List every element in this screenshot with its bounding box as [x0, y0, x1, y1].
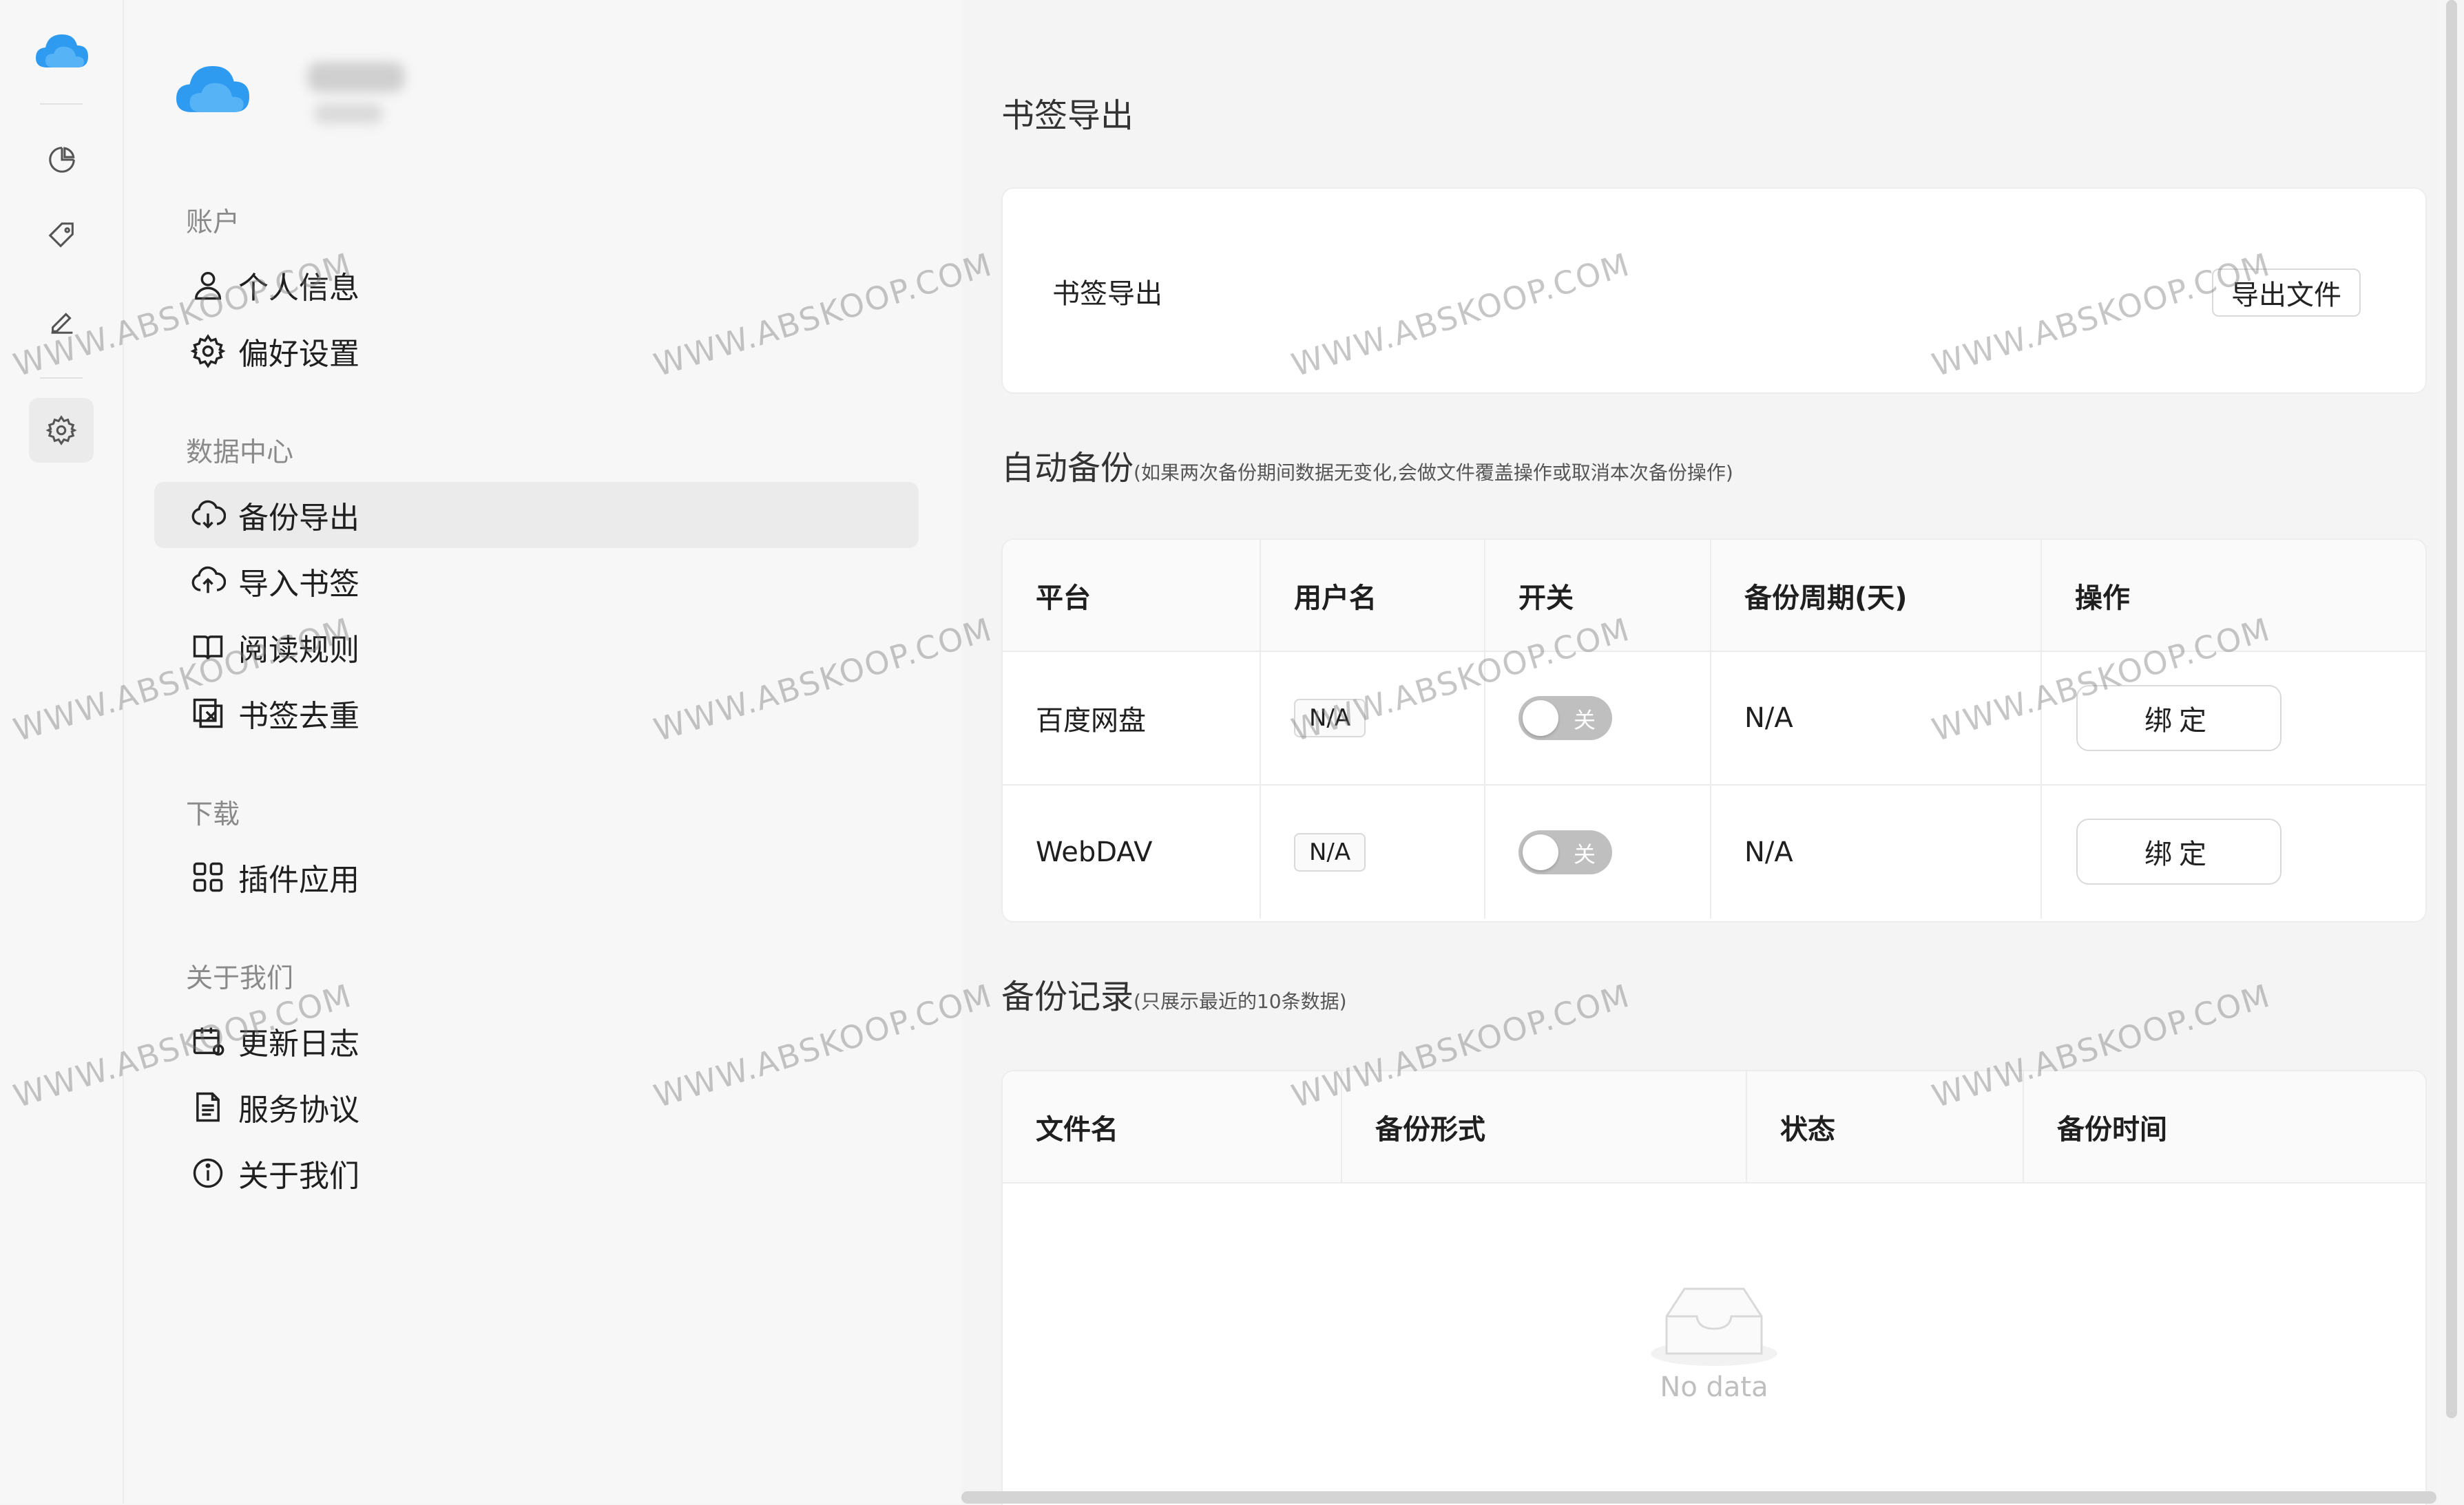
brand-logo-icon — [171, 56, 255, 120]
document-icon — [189, 1088, 227, 1126]
sidebar-item-backup-export[interactable]: 备份导出 — [154, 482, 919, 548]
auto-backup-table-card: 平台 用户名 开关 备份周期(天) 操作 百度网盘 N/A 关 N/A 绑定 W… — [1001, 538, 2427, 923]
column-header: 文件名 — [1003, 1071, 1342, 1183]
horizontal-scrollbar[interactable] — [961, 1491, 2436, 1504]
export-label: 书签导出 — [1052, 278, 1162, 310]
switch-cell: 关 — [1485, 785, 1711, 918]
sidebar-item-plugin-apps[interactable]: 插件应用 — [154, 844, 919, 910]
username-cell: N/A — [1260, 651, 1485, 786]
rail-divider — [40, 103, 83, 105]
column-header: 开关 — [1485, 540, 1711, 652]
rail-divider — [40, 377, 83, 379]
vertical-scrollbar[interactable] — [2446, 0, 2457, 1418]
cloud-upload-icon — [189, 562, 227, 600]
sidebar-item-profile[interactable]: 个人信息 — [154, 252, 919, 318]
platform-cell: 百度网盘 — [1003, 651, 1261, 786]
section-heading-export: 书签导出 — [1001, 96, 1134, 135]
switch-knob — [1523, 700, 1558, 736]
icon-rail — [0, 0, 124, 1504]
pie-chart-icon[interactable] — [33, 131, 91, 189]
username-tag: N/A — [1294, 832, 1366, 872]
table-header-row: 文件名 备份形式 状态 备份时间 — [1003, 1071, 2425, 1183]
username-tag: N/A — [1294, 699, 1366, 737]
backup-toggle-switch[interactable]: 关 — [1518, 830, 1612, 874]
gear-icon — [189, 332, 227, 370]
table-row: WebDAV N/A 关 N/A 绑定 — [1003, 785, 2425, 918]
section-title-account: 账户 — [186, 207, 240, 238]
dedupe-icon — [189, 694, 227, 733]
switch-state-text: 关 — [1573, 841, 1596, 867]
section-heading-auto-backup: 自动备份(如果两次备份期间数据无变化,会做文件覆盖操作或取消本次备份操作) — [1001, 441, 1733, 489]
username-cell: N/A — [1260, 785, 1485, 918]
column-header: 用户名 — [1260, 540, 1485, 652]
column-header: 状态 — [1746, 1071, 2024, 1183]
empty-inbox-icon — [1003, 1282, 2425, 1371]
period-cell: N/A — [1711, 785, 2042, 918]
sidebar-item-label: 服务协议 — [238, 1093, 359, 1128]
pen-icon[interactable] — [33, 292, 91, 350]
sidebar-item-changelog[interactable]: 更新日志 — [154, 1008, 919, 1074]
auto-backup-title: 自动备份 — [1001, 449, 1134, 487]
sidebar-item-label: 偏好设置 — [238, 337, 359, 372]
sidebar-item-label: 更新日志 — [238, 1027, 359, 1062]
sidebar-item-import-bookmarks[interactable]: 导入书签 — [154, 548, 919, 614]
column-header: 备份时间 — [2023, 1071, 2425, 1183]
backup-records-table: 文件名 备份形式 状态 备份时间 — [1003, 1071, 2425, 1183]
main-content: 书签导出 书签导出 导出文件 自动备份(如果两次备份期间数据无变化,会做文件覆盖… — [961, 0, 2436, 1505]
section-title-about: 关于我们 — [186, 963, 294, 994]
cloud-logo-icon[interactable] — [33, 28, 91, 73]
sidebar-item-about-us[interactable]: 关于我们 — [154, 1140, 919, 1206]
sidebar-item-label: 备份导出 — [238, 501, 359, 536]
sidebar-item-label: 书签去重 — [238, 699, 359, 734]
section-title-download: 下载 — [186, 799, 240, 830]
switch-state-text: 关 — [1573, 707, 1596, 733]
action-cell: 绑定 — [2041, 785, 2425, 918]
sidebar-item-dedupe-bookmarks[interactable]: 书签去重 — [154, 680, 919, 746]
book-icon — [189, 628, 227, 666]
sidebar-item-label: 阅读规则 — [238, 633, 359, 668]
empty-state: No data — [1003, 1282, 2425, 1403]
sidebar-item-label: 插件应用 — [238, 863, 359, 898]
blurred-username — [307, 62, 405, 92]
blurred-account-info — [314, 103, 383, 124]
tag-icon[interactable] — [33, 207, 91, 264]
platform-cell: WebDAV — [1003, 785, 1261, 918]
column-header: 操作 — [2041, 540, 2425, 652]
switch-cell: 关 — [1485, 651, 1711, 786]
info-icon — [189, 1154, 227, 1192]
sidebar-item-label: 导入书签 — [238, 567, 359, 602]
bind-button[interactable]: 绑定 — [2076, 685, 2282, 751]
auto-backup-table: 平台 用户名 开关 备份周期(天) 操作 百度网盘 N/A 关 N/A 绑定 W… — [1003, 540, 2425, 918]
column-header: 平台 — [1003, 540, 1261, 652]
table-header-row: 平台 用户名 开关 备份周期(天) 操作 — [1003, 540, 2425, 652]
bind-button[interactable]: 绑定 — [2076, 819, 2282, 885]
sidebar-item-label: 个人信息 — [238, 271, 359, 306]
export-card: 书签导出 导出文件 — [1001, 187, 2427, 394]
table-row: 百度网盘 N/A 关 N/A 绑定 — [1003, 651, 2425, 786]
section-title-data-center: 数据中心 — [186, 437, 294, 468]
sidebar-item-service-agreement[interactable]: 服务协议 — [154, 1074, 919, 1140]
apps-grid-icon — [189, 858, 227, 896]
switch-knob — [1523, 834, 1558, 870]
action-cell: 绑定 — [2041, 651, 2425, 786]
column-header: 备份周期(天) — [1711, 540, 2042, 652]
section-heading-backup-records: 备份记录(只展示最近的10条数据) — [1001, 969, 1347, 1018]
backup-records-title: 备份记录 — [1001, 978, 1134, 1016]
cloud-download-icon — [189, 496, 227, 534]
empty-state-text: No data — [1660, 1371, 1768, 1403]
user-icon — [189, 266, 227, 304]
sidebar-item-reading-rules[interactable]: 阅读规则 — [154, 614, 919, 680]
backup-records-note: (只展示最近的10条数据) — [1134, 990, 1347, 1013]
backup-toggle-switch[interactable]: 关 — [1518, 696, 1612, 740]
settings-sidebar: 账户 个人信息 偏好设置 数据中心 备份导出 导入书签 阅读规则 书签去重 下载… — [124, 0, 961, 1504]
auto-backup-note: (如果两次备份期间数据无变化,会做文件覆盖操作或取消本次备份操作) — [1134, 461, 1733, 484]
sidebar-item-label: 关于我们 — [238, 1159, 359, 1194]
column-header: 备份形式 — [1341, 1071, 1747, 1183]
export-file-button[interactable]: 导出文件 — [2212, 269, 2361, 317]
calendar-icon — [189, 1022, 227, 1060]
backup-records-table-card: 文件名 备份形式 状态 备份时间 No data — [1001, 1070, 2427, 1505]
gear-icon[interactable] — [29, 398, 94, 463]
period-cell: N/A — [1711, 651, 2042, 786]
sidebar-item-preferences[interactable]: 偏好设置 — [154, 318, 919, 384]
